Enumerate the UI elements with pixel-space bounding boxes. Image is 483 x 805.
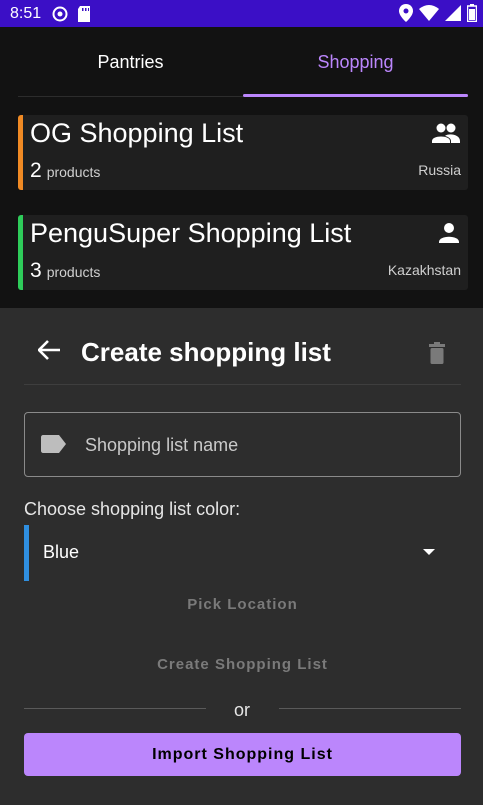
- product-count-label: products: [46, 164, 101, 180]
- status-bar: 8:51: [0, 0, 483, 27]
- main-content: Pantries Shopping OG Shopping List 2 prod…: [0, 27, 483, 308]
- product-count: 2: [30, 159, 42, 182]
- import-list-button[interactable]: Import Shopping List: [24, 733, 461, 776]
- battery-icon: [467, 4, 477, 22]
- list-title: OG Shopping List: [30, 118, 244, 148]
- status-time: 8:51: [10, 4, 42, 22]
- list-product-count: 2 products: [30, 159, 100, 183]
- divider-left: [24, 708, 206, 709]
- label-tag-icon: [41, 435, 66, 458]
- divider-right: [279, 708, 461, 709]
- wifi-icon: [419, 5, 439, 21]
- delete-icon[interactable]: [429, 342, 445, 369]
- product-count: 3: [30, 259, 42, 282]
- list-color-strip: [18, 215, 23, 290]
- tab-indicator: [243, 94, 468, 97]
- status-icons: [393, 4, 477, 22]
- color-dropdown[interactable]: Blue: [24, 525, 461, 581]
- color-value: Blue: [43, 542, 80, 562]
- signal-icon: [445, 5, 461, 21]
- group-icon: [432, 123, 460, 148]
- list-name-field[interactable]: [24, 412, 461, 477]
- tab-shopping[interactable]: Shopping: [243, 27, 468, 97]
- pick-location-button[interactable]: Pick Location: [24, 586, 461, 622]
- location-icon: [399, 4, 413, 22]
- tab-bar: Pantries Shopping: [18, 27, 468, 97]
- back-arrow-icon[interactable]: [37, 340, 60, 365]
- create-list-sheet: Create shopping list Choose shopping lis…: [0, 308, 483, 805]
- color-label: Choose shopping list color:: [24, 499, 241, 519]
- list-title: PenguSuper Shopping List: [30, 218, 352, 248]
- tab-pantries[interactable]: Pantries: [18, 27, 243, 97]
- shopping-list-card[interactable]: PenguSuper Shopping List 3 products Kazak…: [18, 215, 468, 290]
- list-name-input[interactable]: [85, 431, 445, 459]
- create-list-button[interactable]: Create Shopping List: [24, 646, 461, 682]
- or-label: or: [233, 700, 250, 720]
- sheet-header: Create shopping list: [24, 308, 461, 385]
- sd-card-icon: [75, 5, 93, 23]
- sheet-title: Create shopping list: [81, 337, 331, 367]
- list-country: Kazakhstan: [387, 262, 461, 278]
- color-swatch: [24, 525, 29, 581]
- dropdown-arrow-icon: [423, 549, 435, 555]
- list-color-strip: [18, 115, 23, 190]
- person-icon: [438, 223, 460, 248]
- at-sign-icon: [51, 5, 69, 23]
- shopping-list-card[interactable]: OG Shopping List 2 products Russia: [18, 115, 468, 190]
- list-country: Russia: [418, 162, 461, 178]
- list-product-count: 3 products: [30, 259, 100, 283]
- product-count-label: products: [46, 264, 101, 280]
